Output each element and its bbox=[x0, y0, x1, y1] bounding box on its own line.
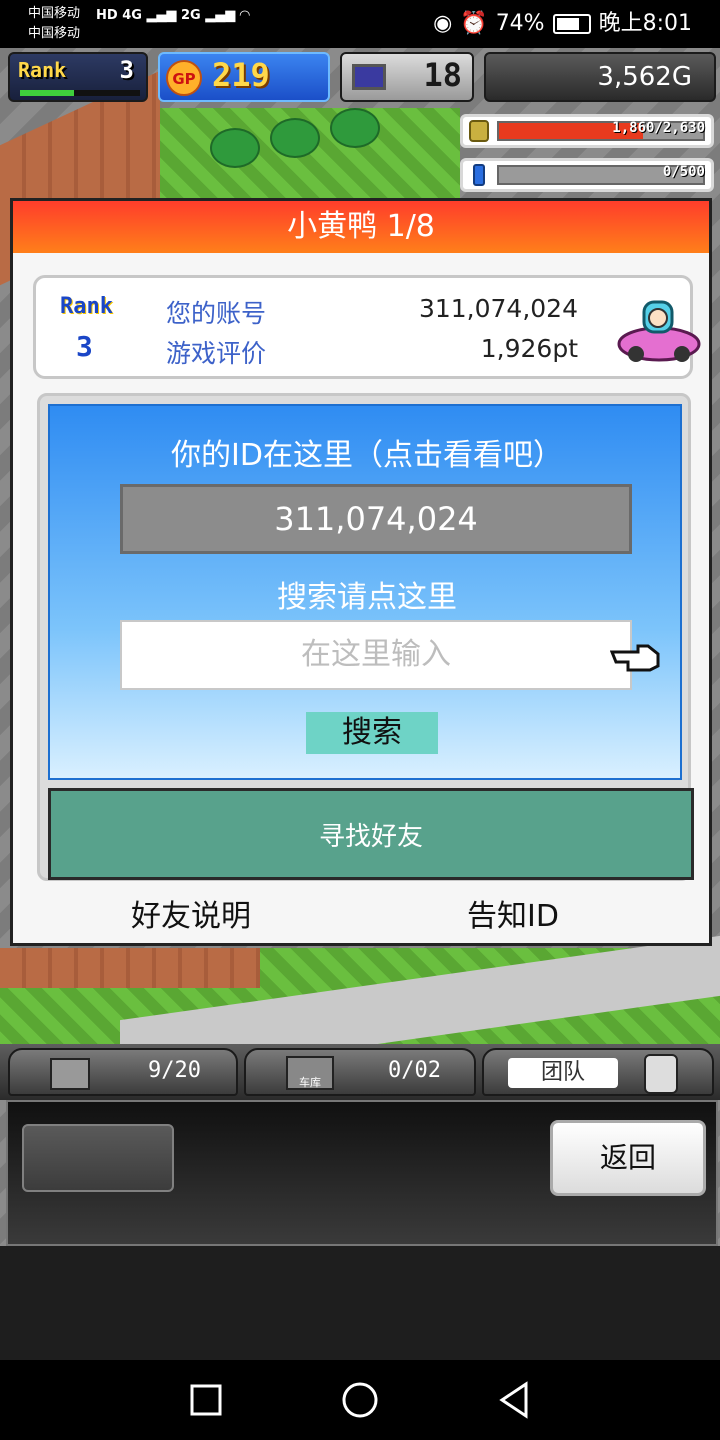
gp-value: 219 bbox=[212, 56, 270, 94]
tab-garage-label: 车库 bbox=[299, 1076, 321, 1089]
rank-value: 3 bbox=[119, 56, 134, 84]
bottom-panel: 返回 bbox=[6, 1100, 718, 1246]
rank-value: 3 bbox=[76, 330, 93, 363]
navigation-bar bbox=[0, 1360, 720, 1440]
tab-garage-count: 0/02 bbox=[388, 1058, 441, 1083]
eye-icon: ◉ bbox=[433, 11, 453, 36]
id-display-button[interactable]: 311,074,024 bbox=[120, 484, 632, 554]
status-right: ◉ ⏰ 74% 晚上8:01 bbox=[433, 10, 692, 38]
battery-percent: 74% bbox=[495, 11, 545, 36]
bottle-icon bbox=[473, 164, 485, 186]
gp-coin-icon: GP bbox=[166, 60, 202, 96]
garage-icon: 车库 bbox=[286, 1056, 334, 1090]
friend-dialog: 小黄鸭 1/8 Rank 3 您的账号 311,074,024 游戏评价 1,9… bbox=[10, 198, 712, 946]
search-prompt: 搜索请点这里 bbox=[277, 580, 457, 615]
tell-id-button[interactable]: 告知ID bbox=[467, 891, 559, 935]
money-display: 3,562G bbox=[484, 52, 716, 102]
crate-icon bbox=[50, 1058, 90, 1090]
tab-team[interactable]: 团队 bbox=[482, 1048, 714, 1096]
home-icon[interactable] bbox=[340, 1380, 380, 1420]
computer-counter[interactable]: 18 bbox=[340, 52, 474, 102]
tree bbox=[330, 108, 380, 148]
empty-slot-button[interactable] bbox=[22, 1124, 174, 1192]
id-prompt: 你的ID在这里（点击看看吧） bbox=[171, 438, 563, 473]
battery-icon bbox=[552, 14, 591, 34]
rating-label: 游戏评价 bbox=[166, 339, 267, 368]
status-bar: 中国移动 中国移动 HD 4G ▂▄▆ 2G ▂▄▆ ◠ ◉ ⏰ 74% 晚上8… bbox=[0, 0, 720, 48]
id-panel: 你的ID在这里（点击看看吧） 311,074,024 搜索请点这里 在这里输入 … bbox=[37, 393, 694, 881]
clock: 晚上8:01 bbox=[598, 11, 692, 36]
rank-progress-fill bbox=[20, 90, 74, 96]
search-input[interactable]: 在这里输入 bbox=[120, 620, 632, 690]
signal-icon: HD 4G ▂▄▆ 2G ▂▄▆ ◠ bbox=[96, 8, 250, 23]
dialog-title: 小黄鸭 1/8 bbox=[13, 201, 709, 253]
pointing-hand-icon bbox=[610, 644, 660, 672]
carrier-label: 中国移动 bbox=[28, 6, 81, 21]
tree bbox=[210, 128, 260, 168]
computer-icon bbox=[352, 64, 386, 90]
account-label: 您的账号 bbox=[166, 299, 267, 328]
id-search-area: 你的ID在这里（点击看看吧） 311,074,024 搜索请点这里 在这里输入 … bbox=[48, 404, 682, 780]
tab-materials-count: 9/20 bbox=[148, 1058, 201, 1083]
empty-area bbox=[0, 1246, 720, 1360]
alarm-icon: ⏰ bbox=[460, 11, 488, 36]
search-button[interactable]: 搜索 bbox=[306, 712, 438, 754]
account-value: 311,074,024 bbox=[418, 294, 578, 323]
brick-sidewalk bbox=[0, 948, 260, 988]
recent-apps-icon[interactable] bbox=[188, 1382, 224, 1418]
coin-stack-icon bbox=[469, 120, 489, 142]
rank-label: Rank bbox=[60, 294, 113, 319]
bottom-tab-bar: 9/20 车库 0/02 团队 bbox=[0, 1044, 720, 1100]
rank-progress-bar bbox=[20, 90, 140, 96]
tree bbox=[270, 118, 320, 158]
resource-bar-coins: 1,860/2,630 bbox=[460, 114, 714, 148]
tab-garage[interactable]: 车库 0/02 bbox=[244, 1048, 476, 1096]
car-avatar-icon bbox=[617, 300, 701, 362]
rank-indicator: Rank 3 bbox=[8, 52, 148, 102]
money-value: 3,562G bbox=[597, 62, 692, 92]
computer-count: 18 bbox=[423, 56, 462, 94]
friend-help-button[interactable]: 好友说明 bbox=[131, 891, 251, 935]
carrier-label-2: 中国移动 bbox=[28, 26, 81, 41]
rank-label: Rank bbox=[18, 58, 67, 82]
tab-materials[interactable]: 9/20 bbox=[8, 1048, 238, 1096]
coin-bar-text: 1,860/2,630 bbox=[612, 120, 705, 136]
bottle-bar-text: 0/500 bbox=[662, 164, 705, 180]
rating-value: 1,926pt bbox=[480, 334, 578, 363]
gp-counter[interactable]: GP 219 bbox=[158, 52, 330, 102]
find-friend-button[interactable]: 寻找好友 bbox=[48, 788, 694, 880]
resource-bar-bottle: 0/500 bbox=[460, 158, 714, 192]
tab-team-label: 团队 bbox=[508, 1058, 618, 1088]
back-button[interactable]: 返回 bbox=[550, 1120, 706, 1196]
staff-face-icon bbox=[644, 1054, 678, 1094]
account-info-card: Rank 3 您的账号 311,074,024 游戏评价 1,926pt bbox=[33, 275, 701, 379]
back-nav-icon[interactable] bbox=[494, 1380, 534, 1420]
